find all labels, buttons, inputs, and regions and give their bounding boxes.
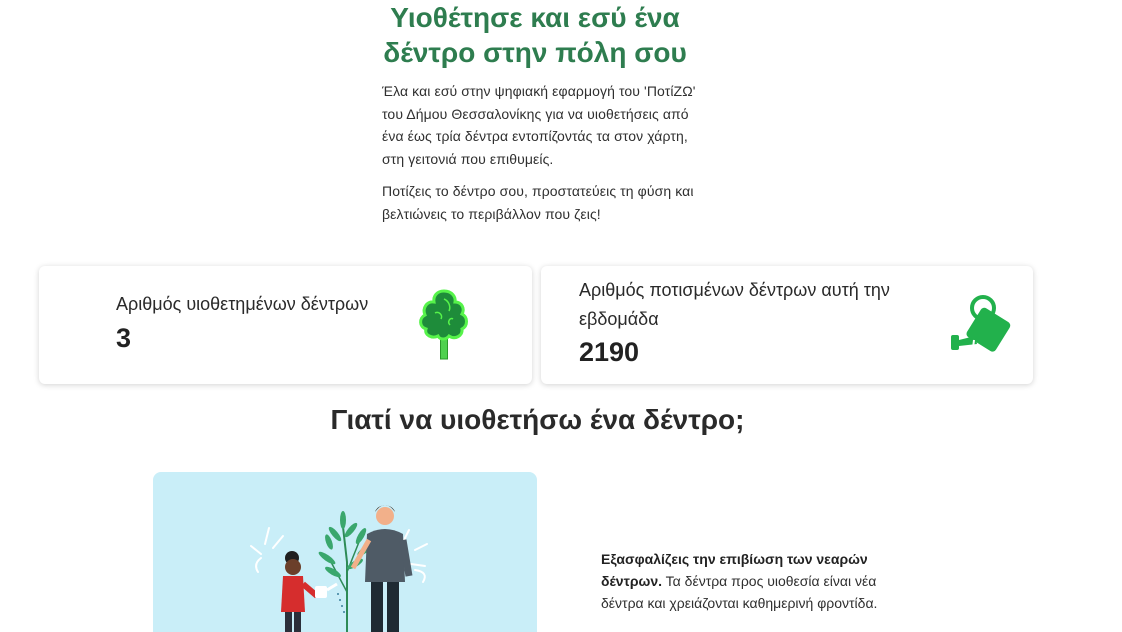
adopted-trees-count: 3 (116, 323, 132, 353)
tree-icon (419, 289, 468, 360)
hero-title-line2: δέντρο στην πόλη σου (383, 37, 687, 68)
adopted-trees-card: Αριθμός υιοθετημένων δέντρων 3 (39, 266, 532, 384)
adoption-illustration (153, 472, 537, 632)
hero-title: Υιοθέτησε και εσύ ένα δέντρο στην πόλη σ… (360, 0, 710, 70)
adopted-trees-label: Αριθμός υιοθετημένων δέντρων (116, 294, 369, 314)
hero-title-line1: Υιοθέτησε και εσύ ένα (390, 2, 680, 33)
watering-can-icon (951, 295, 1011, 352)
intro-paragraph-1: Έλα και εσύ στην ψηφιακή εφαρμογή του 'Π… (382, 83, 696, 167)
watered-trees-count: 2190 (579, 337, 640, 367)
watered-trees-card: Αριθμός ποτισμένων δέντρων αυτή την εβδο… (541, 266, 1033, 384)
benefit-text: Εξασφαλίζεις την επιβίωση των νεαρών δέν… (601, 548, 921, 614)
intro-paragraph-2: Ποτίζεις το δέντρο σου, προστατεύεις τη … (382, 183, 694, 222)
people-planting-illustration (250, 505, 428, 632)
why-adopt-heading: Γιατί να υιοθετήσω ένα δέντρο; (330, 404, 745, 435)
watered-trees-label: Αριθμός ποτισμένων δέντρων αυτή την εβδο… (579, 280, 890, 329)
intro-text: Έλα και εσύ στην ψηφιακή εφαρμογή του 'Π… (382, 80, 697, 235)
